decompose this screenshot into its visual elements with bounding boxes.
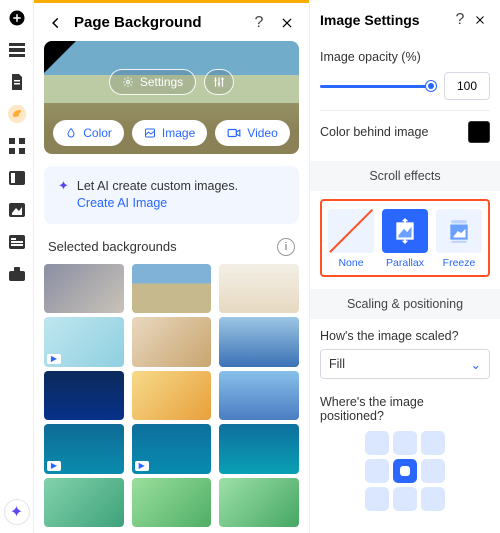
background-thumb[interactable]: ▶ — [132, 424, 212, 474]
settings-label: Settings — [140, 75, 183, 89]
background-thumb[interactable] — [219, 317, 299, 367]
left-rail: ✦ — [0, 0, 34, 533]
color-behind-label: Color behind image — [320, 125, 428, 139]
video-button[interactable]: Video — [215, 120, 289, 146]
color-button[interactable]: Color — [53, 120, 124, 146]
scale-value: Fill — [329, 357, 345, 371]
media-icon[interactable] — [7, 200, 27, 220]
pos-tl[interactable] — [365, 431, 389, 455]
position-question: Where's the image positioned? — [320, 395, 490, 423]
effect-none-label: None — [338, 257, 363, 269]
sparkle-icon: ✦ — [58, 178, 69, 212]
background-thumb[interactable] — [44, 478, 124, 528]
background-panel: Page Background ? Settings Color Image V… — [34, 0, 310, 533]
background-thumb[interactable] — [44, 371, 124, 421]
business-icon[interactable] — [7, 264, 27, 284]
video-label: Video — [247, 126, 277, 140]
apps-icon[interactable] — [7, 136, 27, 156]
sliders-icon — [212, 75, 226, 89]
panel-title: Page Background — [74, 14, 241, 31]
section-icon[interactable] — [7, 40, 27, 60]
close-icon[interactable] — [470, 10, 490, 30]
video-badge-icon: ▶ — [47, 461, 61, 471]
ai-sparkle-icon[interactable]: ✦ — [4, 499, 30, 525]
ai-card: ✦ Let AI create custom images. Create AI… — [44, 166, 299, 224]
back-icon[interactable] — [46, 13, 66, 33]
parallax-icon — [392, 218, 418, 244]
add-icon[interactable] — [7, 8, 27, 28]
page-icon[interactable] — [7, 72, 27, 92]
effect-parallax[interactable]: Parallax — [382, 209, 428, 269]
opacity-slider[interactable] — [320, 79, 436, 93]
background-preview: Settings Color Image Video — [44, 41, 299, 154]
help-icon[interactable]: ? — [249, 13, 269, 33]
background-thumb[interactable] — [132, 371, 212, 421]
position-grid — [320, 431, 490, 511]
background-grid: ▶ ▶ ▶ — [34, 264, 309, 533]
cms-icon[interactable] — [7, 232, 27, 252]
pos-br[interactable] — [421, 487, 445, 511]
scroll-effects-title: Scroll effects — [310, 161, 500, 191]
background-thumb[interactable] — [219, 264, 299, 314]
background-thumb[interactable]: ▶ — [44, 424, 124, 474]
opacity-label: Image opacity (%) — [320, 50, 421, 64]
opacity-value[interactable]: 100 — [444, 72, 490, 100]
adjust-button[interactable] — [204, 69, 234, 95]
pos-mr[interactable] — [421, 459, 445, 483]
scale-select[interactable]: Fill ⌄ — [320, 349, 490, 379]
image-button[interactable]: Image — [132, 120, 207, 146]
background-thumb[interactable] — [132, 264, 212, 314]
video-badge-icon: ▶ — [135, 461, 149, 471]
effect-freeze-label: Freeze — [443, 257, 476, 269]
scaling-title: Scaling & positioning — [310, 289, 500, 319]
video-icon — [227, 127, 241, 139]
effect-none[interactable]: None — [328, 209, 374, 269]
pos-tc[interactable] — [393, 431, 417, 455]
scale-question: How's the image scaled? — [320, 329, 490, 343]
video-badge-icon: ▶ — [47, 354, 61, 364]
background-thumb[interactable] — [219, 478, 299, 528]
info-icon[interactable]: i — [277, 238, 295, 256]
background-thumb[interactable] — [132, 317, 212, 367]
design-icon[interactable] — [7, 104, 27, 124]
selected-backgrounds-label: Selected backgrounds — [48, 239, 177, 254]
background-thumb[interactable] — [44, 264, 124, 314]
pos-tr[interactable] — [421, 431, 445, 455]
image-settings-panel: Image Settings ? Image opacity (%) 100 C… — [310, 0, 500, 533]
create-ai-image-link[interactable]: Create AI Image — [77, 196, 167, 210]
background-thumb[interactable] — [219, 424, 299, 474]
help-icon[interactable]: ? — [450, 10, 470, 30]
pos-mc[interactable] — [393, 459, 417, 483]
close-icon[interactable] — [277, 13, 297, 33]
freeze-icon — [446, 218, 472, 244]
chevron-down-icon: ⌄ — [471, 357, 481, 372]
scroll-effects-group: None Parallax Freeze — [320, 199, 490, 277]
image-icon — [144, 127, 156, 139]
background-thumb[interactable] — [219, 371, 299, 421]
ai-text: Let AI create custom images. — [77, 179, 238, 193]
droplet-icon — [65, 127, 77, 139]
pos-bc[interactable] — [393, 487, 417, 511]
settings-button[interactable]: Settings — [109, 69, 196, 95]
pos-ml[interactable] — [365, 459, 389, 483]
color-behind-swatch[interactable] — [468, 121, 490, 143]
effect-parallax-label: Parallax — [386, 257, 424, 269]
pos-bl[interactable] — [365, 487, 389, 511]
effect-freeze[interactable]: Freeze — [436, 209, 482, 269]
gear-icon — [122, 76, 134, 88]
color-label: Color — [83, 126, 112, 140]
background-thumb[interactable]: ▶ — [44, 317, 124, 367]
layers-icon[interactable] — [7, 168, 27, 188]
image-label: Image — [162, 126, 195, 140]
background-thumb[interactable] — [132, 478, 212, 528]
settings-title: Image Settings — [320, 12, 450, 28]
